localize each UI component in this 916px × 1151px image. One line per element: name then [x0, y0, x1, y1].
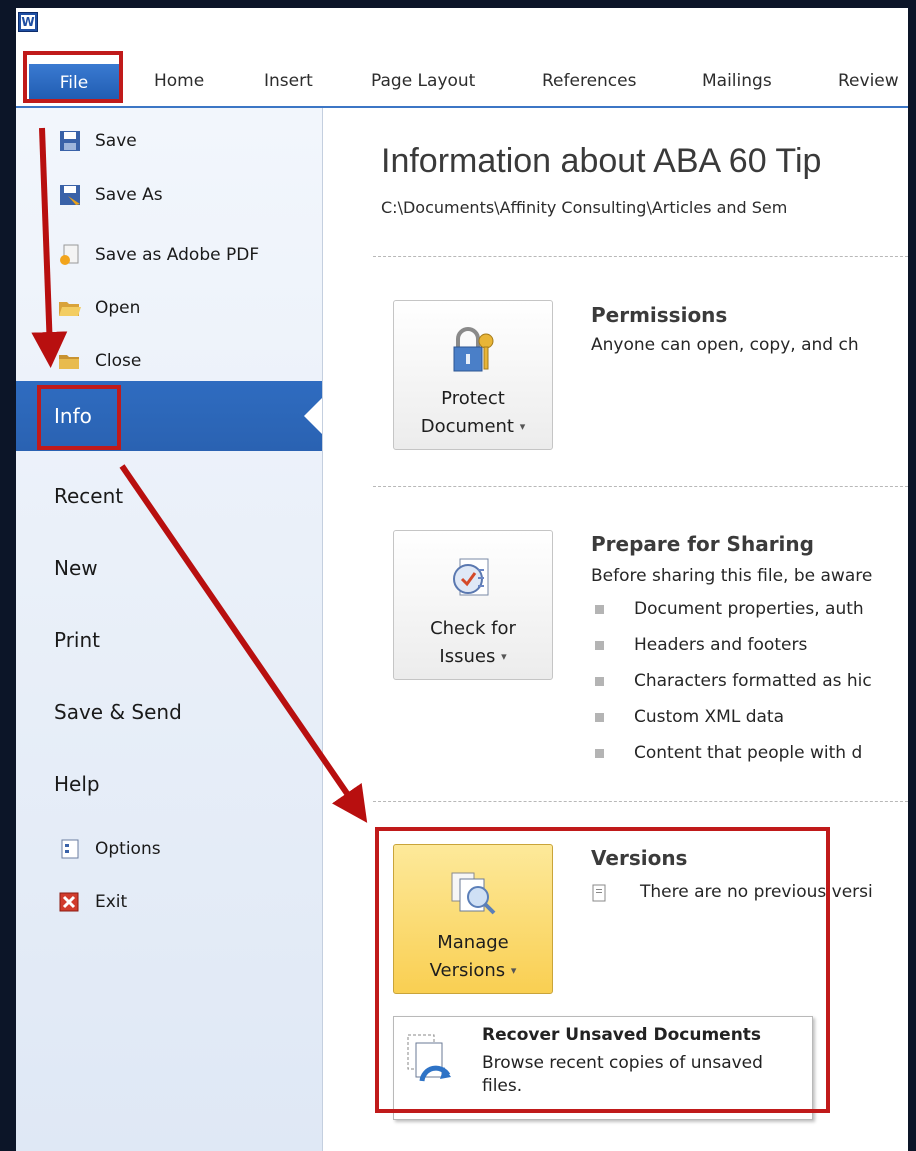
list-item: Custom XML data [595, 707, 784, 727]
ribbon-tabs: File Home Insert Page Layout References … [16, 60, 908, 108]
protect-document-button[interactable]: Protect Document ▾ [393, 300, 553, 450]
tab-page-layout[interactable]: Page Layout [371, 64, 475, 98]
dropdown-arrow-icon: ▾ [501, 650, 507, 663]
save-as-icon [60, 185, 80, 205]
list-item: Document properties, auth [595, 599, 864, 619]
permissions-title: Permissions [591, 303, 728, 327]
exit-icon [59, 892, 79, 912]
nav-options-label: Options [95, 839, 161, 859]
nav-save-as-label: Save As [95, 185, 163, 205]
nav-new[interactable]: New [54, 548, 98, 588]
bullet-icon [595, 712, 604, 722]
lock-key-icon [453, 327, 494, 372]
open-folder-icon [59, 302, 81, 316]
check-for-issues-label: Check for Issues ▾ [394, 615, 552, 671]
tab-insert[interactable]: Insert [264, 64, 313, 98]
prepare-for-sharing-title: Prepare for Sharing [591, 532, 814, 556]
nav-recent[interactable]: Recent [54, 476, 123, 516]
nav-options[interactable]: Options [58, 834, 161, 864]
bullet-text: Characters formatted as hic [634, 671, 872, 691]
bullet-text: Document properties, auth [634, 599, 864, 619]
nav-close[interactable]: Close [58, 346, 141, 376]
page-title: Information about ABA 60 Tip [381, 142, 822, 180]
bullet-icon [595, 748, 604, 758]
nav-exit[interactable]: Exit [58, 887, 127, 917]
bullet-text: Content that people with d [634, 743, 863, 763]
nav-save-label: Save [95, 131, 137, 151]
list-item: Headers and footers [595, 635, 807, 655]
selection-pointer [304, 398, 322, 434]
nav-save-as[interactable]: Save As [58, 180, 163, 210]
nav-help[interactable]: Help [54, 764, 100, 804]
highlight-file-tab [23, 51, 123, 103]
nav-open[interactable]: Open [58, 293, 140, 323]
options-icon [61, 839, 79, 859]
nav-save[interactable]: Save [58, 126, 137, 156]
nav-exit-label: Exit [95, 892, 128, 912]
save-icon [60, 131, 80, 151]
bullet-text: Headers and footers [634, 635, 808, 655]
check-for-issues-line2: Issues [439, 646, 496, 667]
bullet-text: Custom XML data [634, 707, 785, 727]
title-bar: W [16, 8, 908, 54]
bullet-icon [595, 604, 604, 614]
tab-home[interactable]: Home [154, 64, 204, 98]
backstage-nav: Save Save As Save as Adobe PDF Open Clos… [16, 108, 323, 1151]
prepare-for-sharing-text: Before sharing this file, be aware [591, 566, 873, 586]
divider [373, 256, 908, 257]
divider [373, 486, 908, 487]
permissions-text: Anyone can open, copy, and ch [591, 335, 859, 355]
list-item: Characters formatted as hic [595, 671, 872, 691]
tab-references[interactable]: References [542, 64, 636, 98]
divider [373, 801, 908, 802]
close-folder-icon [59, 355, 79, 369]
check-for-issues-line1: Check for [430, 618, 516, 639]
nav-save-and-send[interactable]: Save & Send [54, 692, 182, 732]
protect-document-line2: Document [420, 416, 514, 437]
bullet-icon [595, 640, 604, 650]
protect-document-line1: Protect [441, 388, 505, 409]
document-path: C:\Documents\Affinity Consulting\Article… [381, 198, 788, 217]
word-app-icon-letter: W [21, 15, 35, 29]
highlight-info [37, 385, 121, 450]
check-for-issues-button[interactable]: Check for Issues ▾ [393, 530, 553, 680]
pdf-icon [60, 244, 79, 265]
protect-document-label: Protect Document ▾ [394, 385, 552, 441]
nav-save-as-pdf[interactable]: Save as Adobe PDF [58, 240, 259, 270]
tab-mailings[interactable]: Mailings [702, 64, 772, 98]
tab-review[interactable]: Review [838, 64, 899, 98]
highlight-versions [375, 827, 830, 1113]
list-item: Content that people with d [595, 743, 862, 763]
nav-print[interactable]: Print [54, 620, 100, 660]
nav-save-as-pdf-label: Save as Adobe PDF [95, 245, 260, 265]
bullet-icon [595, 676, 604, 686]
dropdown-arrow-icon: ▾ [519, 420, 526, 433]
nav-close-label: Close [95, 351, 142, 371]
document-checklist-icon [453, 558, 489, 596]
word-app-icon[interactable]: W [18, 12, 38, 32]
nav-open-label: Open [95, 298, 141, 318]
